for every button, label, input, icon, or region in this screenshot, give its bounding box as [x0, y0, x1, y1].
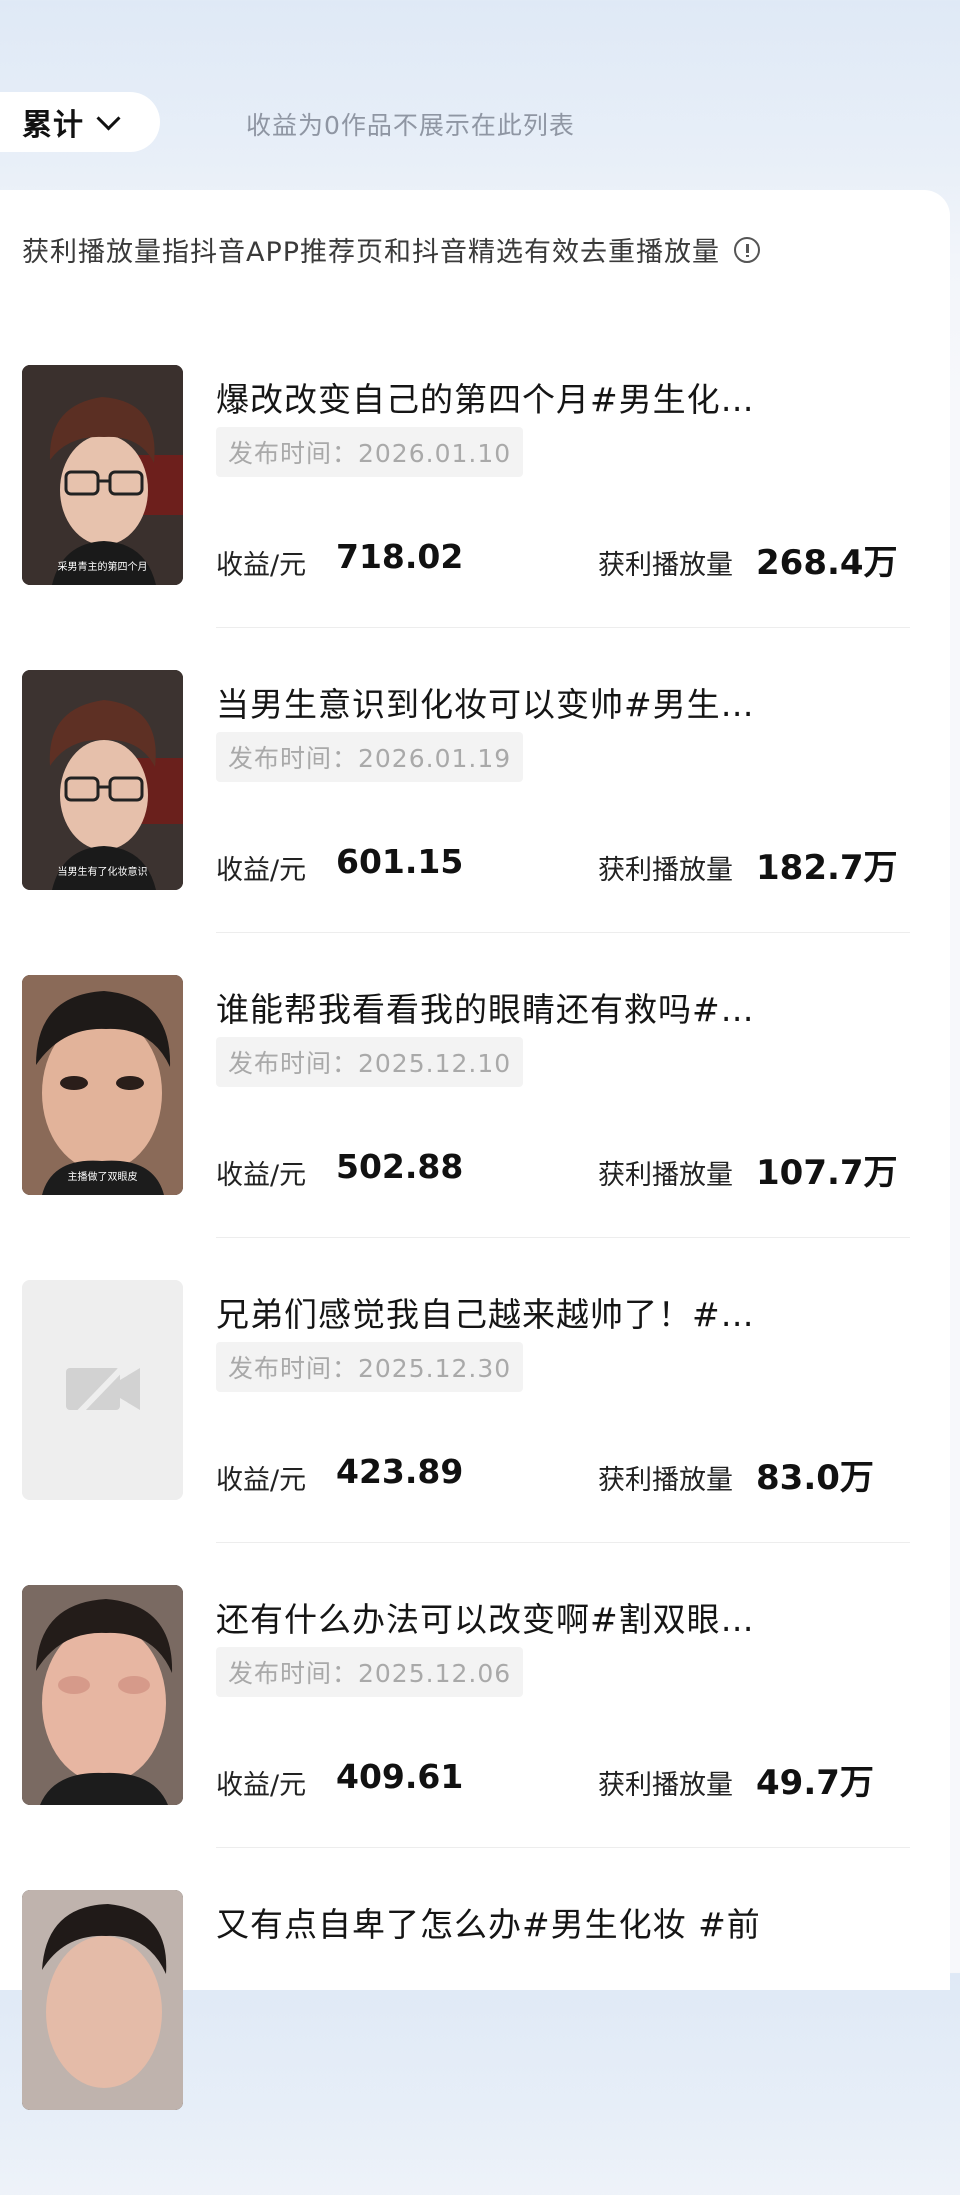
- video-list-item[interactable]: 采男青主的第四个月 爆改改变自己的第四个月#男生化… 发布时间：2026.01.…: [0, 365, 950, 670]
- plays-value: 83.0万: [756, 1458, 874, 1498]
- divider: [216, 627, 910, 628]
- chevron-down-icon: [96, 105, 121, 131]
- video-title[interactable]: 兄弟们感觉我自己越来越帅了！#…: [216, 1288, 755, 1336]
- divider: [216, 1542, 910, 1543]
- video-thumbnail[interactable]: 主播做了双眼皮: [22, 975, 183, 1195]
- video-thumbnail[interactable]: 当男生有了化妆意识: [22, 670, 183, 890]
- revenue-label: 收益/元: [216, 1465, 307, 1496]
- plays-label: 获利播放量: [598, 1770, 733, 1801]
- video-thumbnail[interactable]: [22, 1280, 183, 1500]
- divider: [216, 1237, 910, 1238]
- video-list-item[interactable]: 还有什么办法可以改变啊#割双眼… 发布时间：2025.12.06 收益/元 40…: [0, 1585, 950, 1890]
- revenue-value: 409.61: [336, 1757, 464, 1796]
- revenue-value: 423.89: [336, 1452, 464, 1491]
- revenue-label: 收益/元: [216, 550, 307, 581]
- video-thumbnail[interactable]: [22, 1890, 183, 2110]
- plays-label: 获利播放量: [598, 1160, 733, 1191]
- plays-value: 49.7万: [756, 1763, 874, 1803]
- person-portrait-image: [22, 1890, 183, 2110]
- person-portrait-image: [22, 1585, 183, 1805]
- publish-date: 发布时间：2026.01.10: [216, 427, 524, 477]
- publish-date: 发布时间：2025.12.30: [216, 1342, 524, 1392]
- revenue-value: 718.02: [336, 537, 464, 576]
- revenue-value: 601.15: [336, 842, 464, 881]
- thumbnail-caption: 主播做了双眼皮: [67, 1172, 138, 1183]
- plays-definition-text: 获利播放量指抖音APP推荐页和抖音精选有效去重播放量: [22, 237, 721, 268]
- plays-label: 获利播放量: [598, 550, 733, 581]
- plays-label: 获利播放量: [598, 1465, 733, 1496]
- plays-value: 107.7万: [756, 1153, 898, 1193]
- period-dropdown[interactable]: 累计: [0, 92, 160, 152]
- person-portrait-image: [22, 975, 183, 1195]
- thumbnail-caption: 采男青主的第四个月: [57, 562, 148, 573]
- revenue-label: 收益/元: [216, 1770, 307, 1801]
- publish-date: 发布时间：2025.12.06: [216, 1647, 524, 1697]
- video-list-card: 获利播放量指抖音APP推荐页和抖音精选有效去重播放量 采男青主的第四个月 爆改改…: [0, 190, 950, 2110]
- publish-date: 发布时间：2026.01.19: [216, 732, 524, 782]
- divider: [216, 1847, 910, 1848]
- period-label: 累计: [22, 108, 84, 143]
- top-bar: 累计 收益为0作品不展示在此列表: [0, 0, 960, 190]
- divider: [216, 932, 910, 933]
- video-title[interactable]: 还有什么办法可以改变啊#割双眼…: [216, 1593, 755, 1641]
- video-list-item[interactable]: 兄弟们感觉我自己越来越帅了！#… 发布时间：2025.12.30 收益/元 42…: [0, 1280, 950, 1585]
- video-thumbnail[interactable]: 采男青主的第四个月: [22, 365, 183, 585]
- zero-revenue-note: 收益为0作品不展示在此列表: [246, 111, 575, 140]
- video-list-item[interactable]: 主播做了双眼皮 谁能帮我看看我的眼睛还有救吗#… 发布时间：2025.12.10…: [0, 975, 950, 1280]
- video-thumbnail[interactable]: [22, 1585, 183, 1805]
- video-list-item[interactable]: 又有点自卑了怎么办#男生化妆 #前: [0, 1890, 950, 2195]
- video-list-item[interactable]: 当男生有了化妆意识 当男生意识到化妆可以变帅#男生… 发布时间：2026.01.…: [0, 670, 950, 975]
- revenue-value: 502.88: [336, 1147, 464, 1186]
- plays-value: 182.7万: [756, 848, 898, 888]
- info-icon[interactable]: [734, 236, 761, 263]
- video-title[interactable]: 爆改改变自己的第四个月#男生化…: [216, 373, 755, 421]
- plays-definition-note: 获利播放量指抖音APP推荐页和抖音精选有效去重播放量: [22, 230, 761, 269]
- video-title[interactable]: 又有点自卑了怎么办#男生化妆 #前: [216, 1898, 761, 1946]
- revenue-label: 收益/元: [216, 855, 307, 886]
- video-title[interactable]: 谁能帮我看看我的眼睛还有救吗#…: [216, 983, 755, 1031]
- video-title[interactable]: 当男生意识到化妆可以变帅#男生…: [216, 678, 755, 726]
- video-unavailable-icon: [22, 1280, 183, 1500]
- person-portrait-image: [22, 365, 183, 585]
- revenue-label: 收益/元: [216, 1160, 307, 1191]
- person-portrait-image: [22, 670, 183, 890]
- plays-label: 获利播放量: [598, 855, 733, 886]
- thumbnail-caption: 当男生有了化妆意识: [57, 867, 148, 878]
- publish-date: 发布时间：2025.12.10: [216, 1037, 524, 1087]
- plays-value: 268.4万: [756, 543, 898, 583]
